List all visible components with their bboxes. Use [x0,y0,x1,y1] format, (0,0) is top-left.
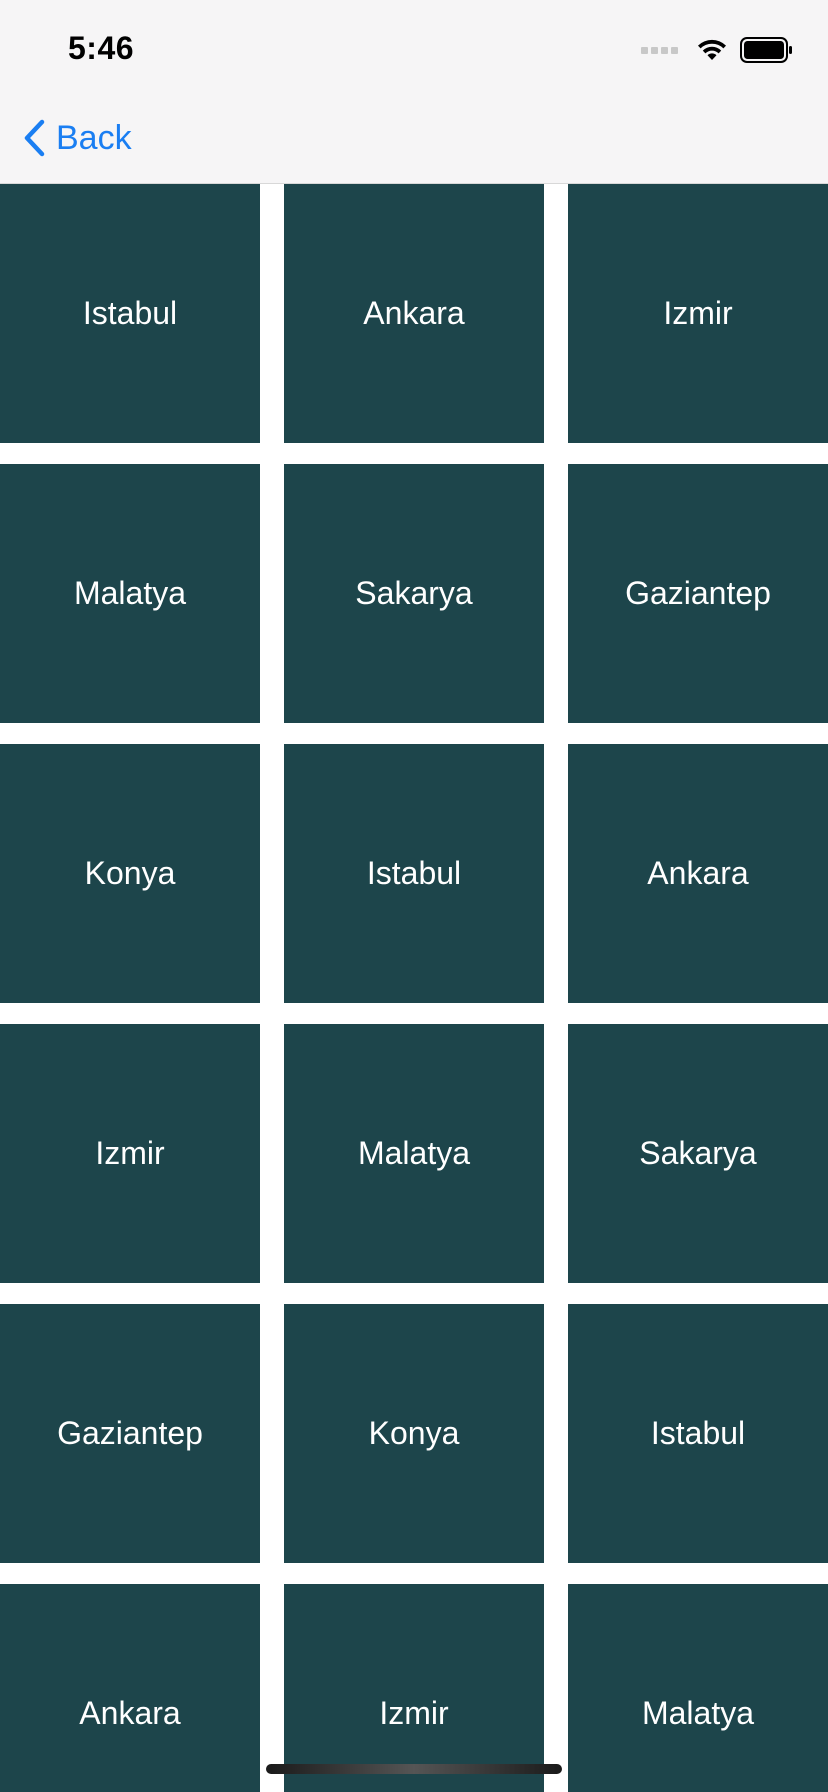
navigation-bar: Back [0,96,828,184]
city-tile[interactable]: Malatya [568,1584,828,1792]
city-tile[interactable]: Ankara [568,744,828,1003]
city-tile[interactable]: Istabul [568,1304,828,1563]
city-tile[interactable]: Izmir [568,184,828,443]
chevron-left-icon [24,119,45,157]
city-tile[interactable]: Malatya [0,464,260,723]
city-grid: Istabul Ankara Izmir Malatya Sakarya Gaz… [0,184,828,1792]
city-tile[interactable]: Malatya [284,1024,544,1283]
city-tile[interactable]: Izmir [0,1024,260,1283]
city-tile[interactable]: Sakarya [568,1024,828,1283]
city-tile[interactable]: Izmir [284,1584,544,1792]
status-bar: 5:46 [0,0,828,96]
city-tile[interactable]: Istabul [284,744,544,1003]
city-tile[interactable]: Ankara [284,184,544,443]
city-tile[interactable]: Konya [284,1304,544,1563]
city-tile[interactable]: Konya [0,744,260,1003]
signal-dots-icon [641,46,678,54]
status-time: 5:46 [68,30,135,66]
city-tile[interactable]: Sakarya [284,464,544,723]
battery-icon [740,37,792,63]
city-tile[interactable]: Ankara [0,1584,260,1792]
city-tile[interactable]: Gaziantep [568,464,828,723]
status-icons [641,36,794,64]
wifi-icon [698,39,726,60]
home-indicator[interactable] [266,1764,562,1774]
back-button[interactable]: Back [22,116,132,160]
back-button-label: Back [56,118,132,157]
city-tile[interactable]: Istabul [0,184,260,443]
city-tile[interactable]: Gaziantep [0,1304,260,1563]
